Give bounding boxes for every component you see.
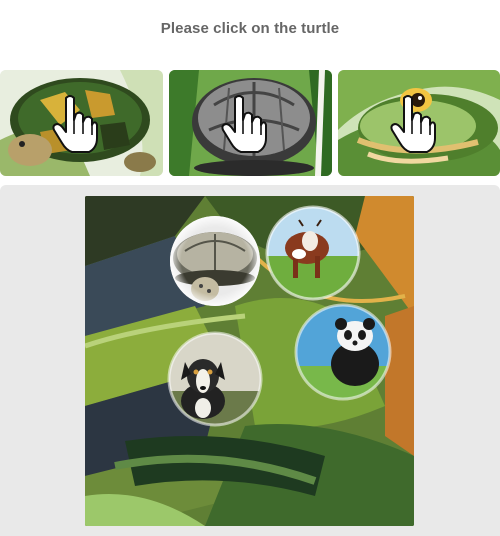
challenge-area bbox=[0, 185, 500, 536]
example-turtle-shell-art bbox=[0, 70, 163, 176]
example-image-2 bbox=[169, 70, 332, 176]
scene-animal-turtle[interactable] bbox=[170, 216, 260, 306]
captcha-container: Please click on the turtle bbox=[0, 0, 500, 536]
example-image-1 bbox=[0, 70, 163, 176]
challenge-scene-art bbox=[85, 196, 414, 526]
challenge-image[interactable] bbox=[85, 196, 414, 526]
scene-animal-cow[interactable] bbox=[265, 205, 361, 301]
captcha-instruction: Please click on the turtle bbox=[160, 20, 340, 37]
example-image-3 bbox=[338, 70, 500, 176]
example-turtle-grey-art bbox=[169, 70, 332, 176]
example-turtle-head-art bbox=[338, 70, 500, 176]
example-images-row bbox=[0, 70, 500, 176]
